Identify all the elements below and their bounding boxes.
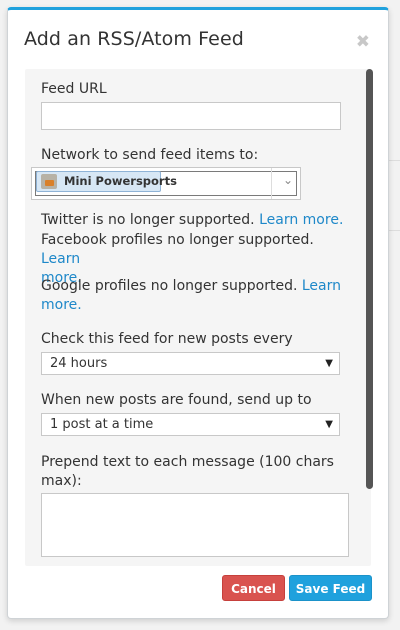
dropdown-arrow-icon: ▼ (325, 419, 333, 430)
chevron-down-icon[interactable]: ⌄ (283, 173, 293, 187)
send-up-to-select-value: 1 post at a time (50, 417, 154, 432)
dropdown-arrow-icon: ▼ (325, 358, 333, 369)
scrollbar[interactable] (366, 69, 373, 489)
frequency-select-value: 24 hours (50, 356, 108, 371)
google-notice: Google profiles no longer supported. Lea… (41, 277, 351, 315)
network-chip[interactable]: Mini Powersports (36, 171, 177, 192)
facebook-learn-more-part1: Learn (41, 251, 81, 267)
close-x-icon[interactable]: ✖ (356, 32, 370, 52)
account-avatar-icon (41, 174, 57, 189)
modal-body: Feed URL Network to send feed items to: … (25, 69, 371, 566)
prepend-textarea[interactable] (41, 493, 349, 557)
save-feed-button[interactable]: Save Feed (289, 575, 372, 601)
send-up-to-label: When new posts are found, send up to (41, 392, 312, 408)
google-learn-more-part2: more. (41, 297, 82, 313)
prepend-label-line1: Prepend text to each message (100 chars (41, 454, 334, 470)
twitter-notice-text: Twitter is no longer supported. (41, 212, 255, 228)
send-up-to-select[interactable]: 1 post at a time ▼ (41, 413, 340, 436)
dropdown-separator (271, 168, 272, 199)
modal-title: Add an RSS/Atom Feed (24, 28, 244, 50)
feed-url-input[interactable] (41, 102, 341, 130)
facebook-notice-text: Facebook profiles no longer supported. (41, 232, 314, 248)
twitter-notice: Twitter is no longer supported. Learn mo… (41, 211, 351, 230)
twitter-learn-more-link[interactable]: Learn more. (259, 212, 343, 228)
prepend-label: Prepend text to each message (100 chars … (41, 453, 351, 491)
prepend-label-line2: max): (41, 473, 82, 489)
frequency-label: Check this feed for new posts every (41, 331, 293, 347)
feed-url-label: Feed URL (41, 81, 107, 97)
google-notice-text: Google profiles no longer supported. (41, 278, 298, 294)
cancel-button[interactable]: Cancel (222, 575, 285, 601)
add-feed-modal: Add an RSS/Atom Feed ✖ Feed URL Network … (7, 7, 389, 619)
network-label: Network to send feed items to: (41, 147, 259, 163)
network-selector[interactable]: Mini Powersports ⌄ (31, 167, 301, 200)
network-chip-label: Mini Powersports (64, 174, 177, 188)
google-learn-more-part1: Learn (301, 278, 342, 294)
frequency-select[interactable]: 24 hours ▼ (41, 352, 340, 375)
